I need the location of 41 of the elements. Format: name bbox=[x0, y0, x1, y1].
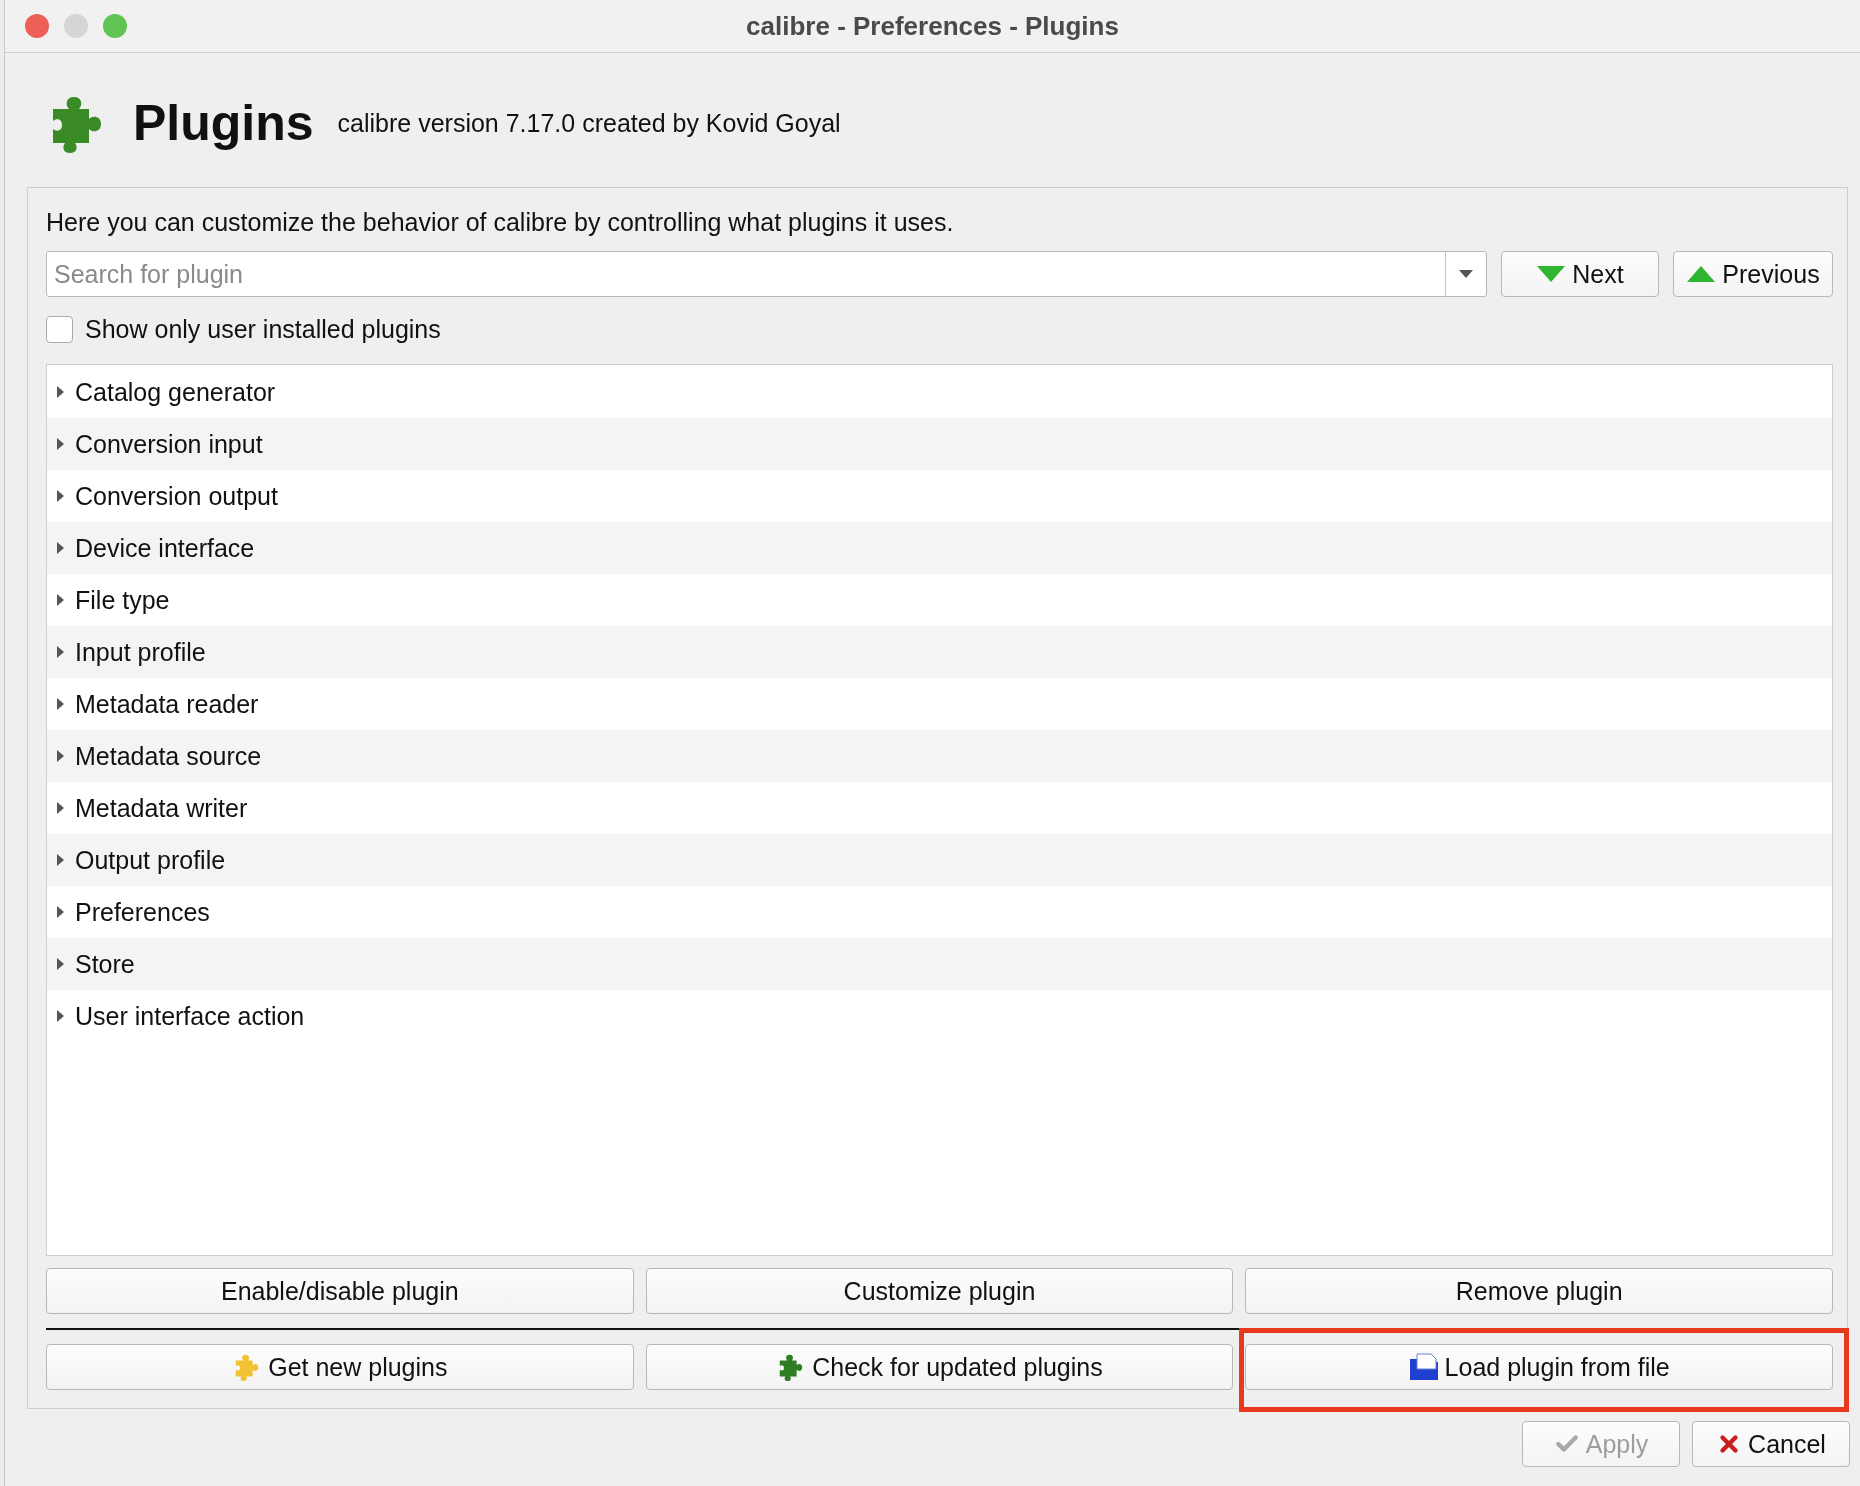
plugin-source-button[interactable]: Get new plugins bbox=[46, 1344, 634, 1390]
tree-item[interactable]: Conversion input bbox=[47, 418, 1832, 470]
up-triangle-icon bbox=[1686, 265, 1717, 283]
tree-item[interactable]: Store bbox=[47, 938, 1832, 990]
tree-item-label: Device interface bbox=[75, 533, 255, 563]
plugin-action-button[interactable]: Remove plugin bbox=[1245, 1268, 1833, 1314]
tree-item-label: Conversion output bbox=[75, 481, 278, 511]
intro-text: Here you can customize the behavior of calibre by controlling what plugins it uses. bbox=[46, 208, 955, 237]
tree-item[interactable]: Output profile bbox=[47, 834, 1832, 886]
window-title: calibre - Preferences - Plugins bbox=[745, 10, 1120, 42]
plugin-source-button[interactable]: Check for updated plugins bbox=[645, 1344, 1234, 1390]
tree-item-label: Output profile bbox=[75, 845, 226, 875]
tree-item-label: Input profile bbox=[75, 637, 206, 667]
tree-item-label: Metadata source bbox=[75, 741, 262, 771]
tree-item-label: Conversion input bbox=[75, 429, 263, 459]
minimize-window-button[interactable] bbox=[64, 14, 88, 38]
checkbox-label: Show only user installed plugins bbox=[85, 315, 441, 344]
next-button[interactable]: Next bbox=[1501, 251, 1659, 297]
tree-item[interactable]: Input profile bbox=[47, 626, 1832, 678]
plugin-source-button[interactable]: Load plugin from file bbox=[1245, 1344, 1833, 1390]
tree-item[interactable]: Device interface bbox=[47, 522, 1832, 574]
tree-item[interactable]: Metadata source bbox=[47, 730, 1832, 782]
dropdown-caret-icon bbox=[1459, 270, 1473, 278]
checkbox[interactable] bbox=[46, 316, 73, 343]
tree-item-label: Preferences bbox=[75, 897, 210, 927]
tree-item-label: Metadata writer bbox=[75, 793, 248, 823]
folder-icon bbox=[1408, 1353, 1439, 1381]
plugin-action-button[interactable]: Customize plugin bbox=[645, 1268, 1234, 1314]
version-text: calibre version 7.17.0 created by Kovid Goyal bbox=[337, 108, 841, 138]
plugin-action-button[interactable]: Enable/disable plugin bbox=[46, 1268, 634, 1314]
tree-item-label: Metadata reader bbox=[75, 689, 259, 719]
previous-button[interactable]: Previous bbox=[1673, 251, 1833, 297]
tree-item-label: Catalog generator bbox=[75, 377, 276, 407]
cancel-button[interactable]: Cancel bbox=[1692, 1421, 1850, 1467]
tree-item-label: Store bbox=[75, 949, 135, 979]
tree-item-label: User interface action bbox=[75, 1001, 305, 1031]
page-title: Plugins bbox=[133, 94, 314, 152]
zoom-window-button[interactable] bbox=[103, 14, 127, 38]
tree-item-label: File type bbox=[75, 585, 170, 615]
down-triangle-icon bbox=[1536, 265, 1567, 283]
close-window-button[interactable] bbox=[25, 14, 49, 38]
